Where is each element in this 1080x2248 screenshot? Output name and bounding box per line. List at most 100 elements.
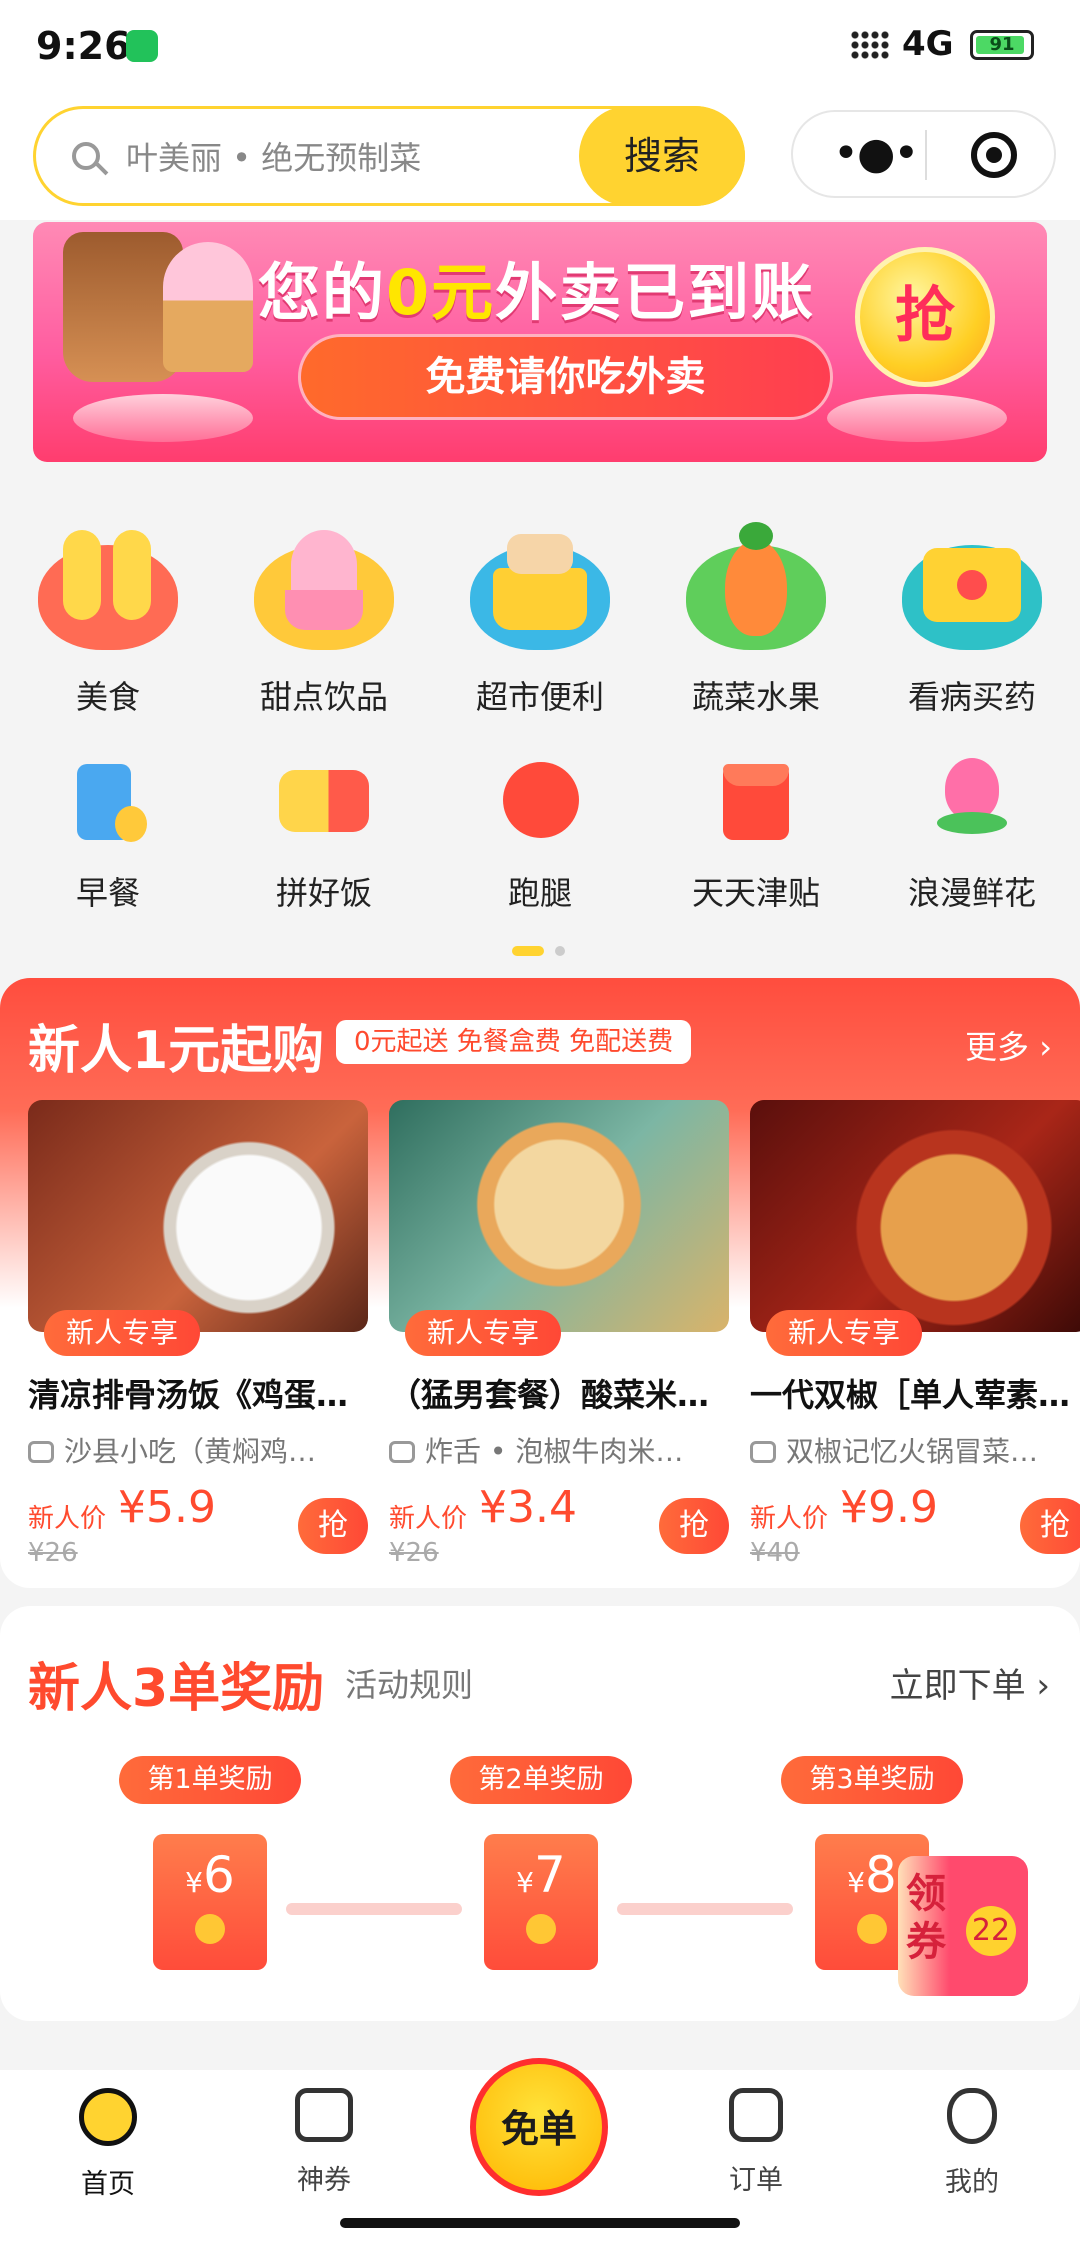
category-vegetables[interactable]: 蔬菜水果 — [648, 520, 864, 718]
price-row: 新人价 ¥3.4 ¥26 抢 — [389, 1482, 729, 1572]
step-label: 第2单奖励 — [450, 1756, 632, 1804]
category-dessert[interactable]: 甜点饮品 — [216, 520, 432, 718]
chevron-right-icon: › — [1025, 1666, 1050, 1706]
promo-banner[interactable]: 您的0元外卖已到账 免费请你吃外卖 抢 — [33, 222, 1047, 462]
grab-button[interactable]: 抢 — [298, 1498, 368, 1554]
coin-icon — [526, 1914, 556, 1944]
category-supermarket[interactable]: 超市便利 — [432, 520, 648, 718]
price-label: 新人价 — [750, 1504, 829, 1534]
pedestal-left — [73, 394, 253, 442]
original-price: ¥26 — [28, 1538, 78, 1568]
product-name: 清凉排骨汤饭《鸡蛋… — [28, 1376, 349, 1414]
category-label: 看病买药 — [907, 678, 1036, 716]
search-button[interactable]: 搜索 — [579, 106, 745, 206]
category-group-meal[interactable]: 拼好饭 — [216, 756, 432, 914]
category-label: 超市便利 — [475, 678, 604, 716]
runner-icon — [495, 756, 585, 846]
product-card[interactable]: 新人专享 清凉排骨汤饭《鸡蛋… 沙县小吃（黄焖鸡… 新人价 ¥5.9 ¥26 抢 — [28, 1100, 368, 1572]
search-icon — [72, 142, 100, 170]
coin-icon — [195, 1914, 225, 1944]
banner-title-post: 外卖已到账 — [495, 256, 816, 329]
category-label: 蔬菜水果 — [691, 678, 820, 716]
price: ¥9.9 — [840, 1482, 938, 1533]
dessert-cup-icon — [249, 520, 399, 650]
tab-label: 订单 — [729, 2165, 783, 2196]
rules-link[interactable]: 活动规则 — [345, 1660, 473, 1706]
food-image — [750, 1100, 1080, 1332]
food-image — [389, 1100, 729, 1332]
tab-label: 我的 — [945, 2167, 999, 2198]
signal-icon — [850, 30, 890, 60]
home-icon — [79, 2088, 137, 2146]
category-label: 美食 — [75, 678, 140, 716]
reward-step: 第1单奖励 ¥6 — [110, 1756, 310, 1970]
tab-orders[interactable]: 订单 — [686, 2088, 826, 2197]
section-title: 新人1元起购 — [28, 1021, 325, 1081]
category-subsidy[interactable]: 天天津贴 — [648, 756, 864, 914]
new-user-badge: 新人专享 — [405, 1310, 562, 1356]
tab-profile[interactable]: 我的 — [902, 2088, 1042, 2199]
category-food[interactable]: 美食 — [0, 520, 216, 718]
miniprogram-capsule: •●• — [791, 110, 1056, 198]
shopping-basket-icon — [465, 520, 615, 650]
chevron-right-icon: › — [1029, 1028, 1052, 1066]
search-placeholder: 叶美丽 • 绝无预制菜 — [126, 139, 422, 177]
currency-symbol: ¥ — [185, 1866, 203, 1899]
category-label: 浪漫鲜花 — [907, 874, 1036, 912]
more-icon[interactable]: •●• — [833, 132, 919, 176]
banner-grab-button[interactable]: 抢 — [855, 247, 995, 387]
vegetable-fruit-icon — [681, 520, 831, 650]
order-icon — [729, 2088, 783, 2142]
category-errand[interactable]: 跑腿 — [432, 756, 648, 914]
shop-icon — [389, 1441, 415, 1463]
product-card[interactable]: 新人专享 一代双椒［单人荤素… 双椒记忆火锅冒菜… 新人价 ¥9.9 ¥40 抢 — [750, 1100, 1080, 1572]
more-link[interactable]: 更多 › — [965, 1022, 1052, 1068]
order-now-link[interactable]: 立即下单 › — [890, 1658, 1050, 1707]
banner-subtitle[interactable]: 免费请你吃外卖 — [298, 334, 833, 420]
flower-icon — [927, 756, 1017, 846]
coupon-icon — [295, 2088, 353, 2142]
wechat-icon — [126, 30, 158, 62]
amount-value: 7 — [534, 1846, 566, 1904]
price-label: 新人价 — [389, 1504, 468, 1534]
search-input[interactable]: 叶美丽 • 绝无预制菜 搜索 — [33, 106, 745, 206]
claim-coupon-button[interactable]: 领券 22 — [898, 1856, 1028, 1996]
shop-name: 沙县小吃（黄焖鸡… — [28, 1430, 368, 1470]
grab-button[interactable]: 抢 — [659, 1498, 729, 1554]
close-target-icon[interactable] — [971, 132, 1017, 178]
original-price: ¥26 — [389, 1538, 439, 1568]
tab-home[interactable]: 首页 — [38, 2088, 178, 2201]
grab-button[interactable]: 抢 — [1020, 1498, 1080, 1554]
category-pharmacy[interactable]: 看病买药 — [864, 520, 1080, 718]
banner-title: 您的0元外卖已到账 — [258, 242, 815, 332]
profile-icon — [947, 2088, 997, 2144]
fork-spoon-icon — [33, 520, 183, 650]
page-indicator — [512, 940, 566, 959]
reward-amount: ¥7 — [484, 1846, 598, 1904]
lunchbox-icon — [279, 756, 369, 846]
category-breakfast[interactable]: 早餐 — [0, 756, 216, 914]
shop-icon — [28, 1441, 54, 1463]
rewards-section: 新人3单奖励 活动规则 立即下单 › 第1单奖励 ¥6 第2单奖励 ¥7 第3单… — [0, 1606, 1080, 2021]
battery-icon: 91 — [970, 30, 1034, 60]
reward-amount: ¥6 — [153, 1846, 267, 1904]
battery-level: 91 — [989, 34, 1015, 55]
tab-coupons[interactable]: 神券 — [254, 2088, 394, 2197]
rewards-title: 新人3单奖励 — [28, 1659, 325, 1719]
banner-title-pre: 您的 — [258, 256, 387, 329]
step-label: 第1单奖励 — [119, 1756, 301, 1804]
more-label: 更多 — [965, 1028, 1030, 1066]
product-card[interactable]: 新人专享 （猛男套餐）酸菜米… 炸舌 • 泡椒牛肉米… 新人价 ¥3.4 ¥26… — [389, 1100, 729, 1572]
ice-cream-icon — [163, 242, 253, 372]
new-user-badge: 新人专享 — [44, 1310, 201, 1356]
product-name: 一代双椒［单人荤素… — [750, 1376, 1071, 1414]
free-order-button[interactable]: 免单 — [470, 2058, 608, 2196]
shop-label: 沙县小吃（黄焖鸡… — [64, 1435, 317, 1468]
category-flowers[interactable]: 浪漫鲜花 — [864, 756, 1080, 914]
product-name: （猛男套餐）酸菜米… — [389, 1376, 710, 1414]
coupon-label: 领券 — [906, 1871, 946, 1965]
price-label: 新人价 — [28, 1504, 107, 1534]
order-now-label: 立即下单 — [889, 1666, 1026, 1706]
page-dot — [555, 945, 566, 956]
shop-name: 双椒记忆火锅冒菜… — [750, 1430, 1080, 1470]
